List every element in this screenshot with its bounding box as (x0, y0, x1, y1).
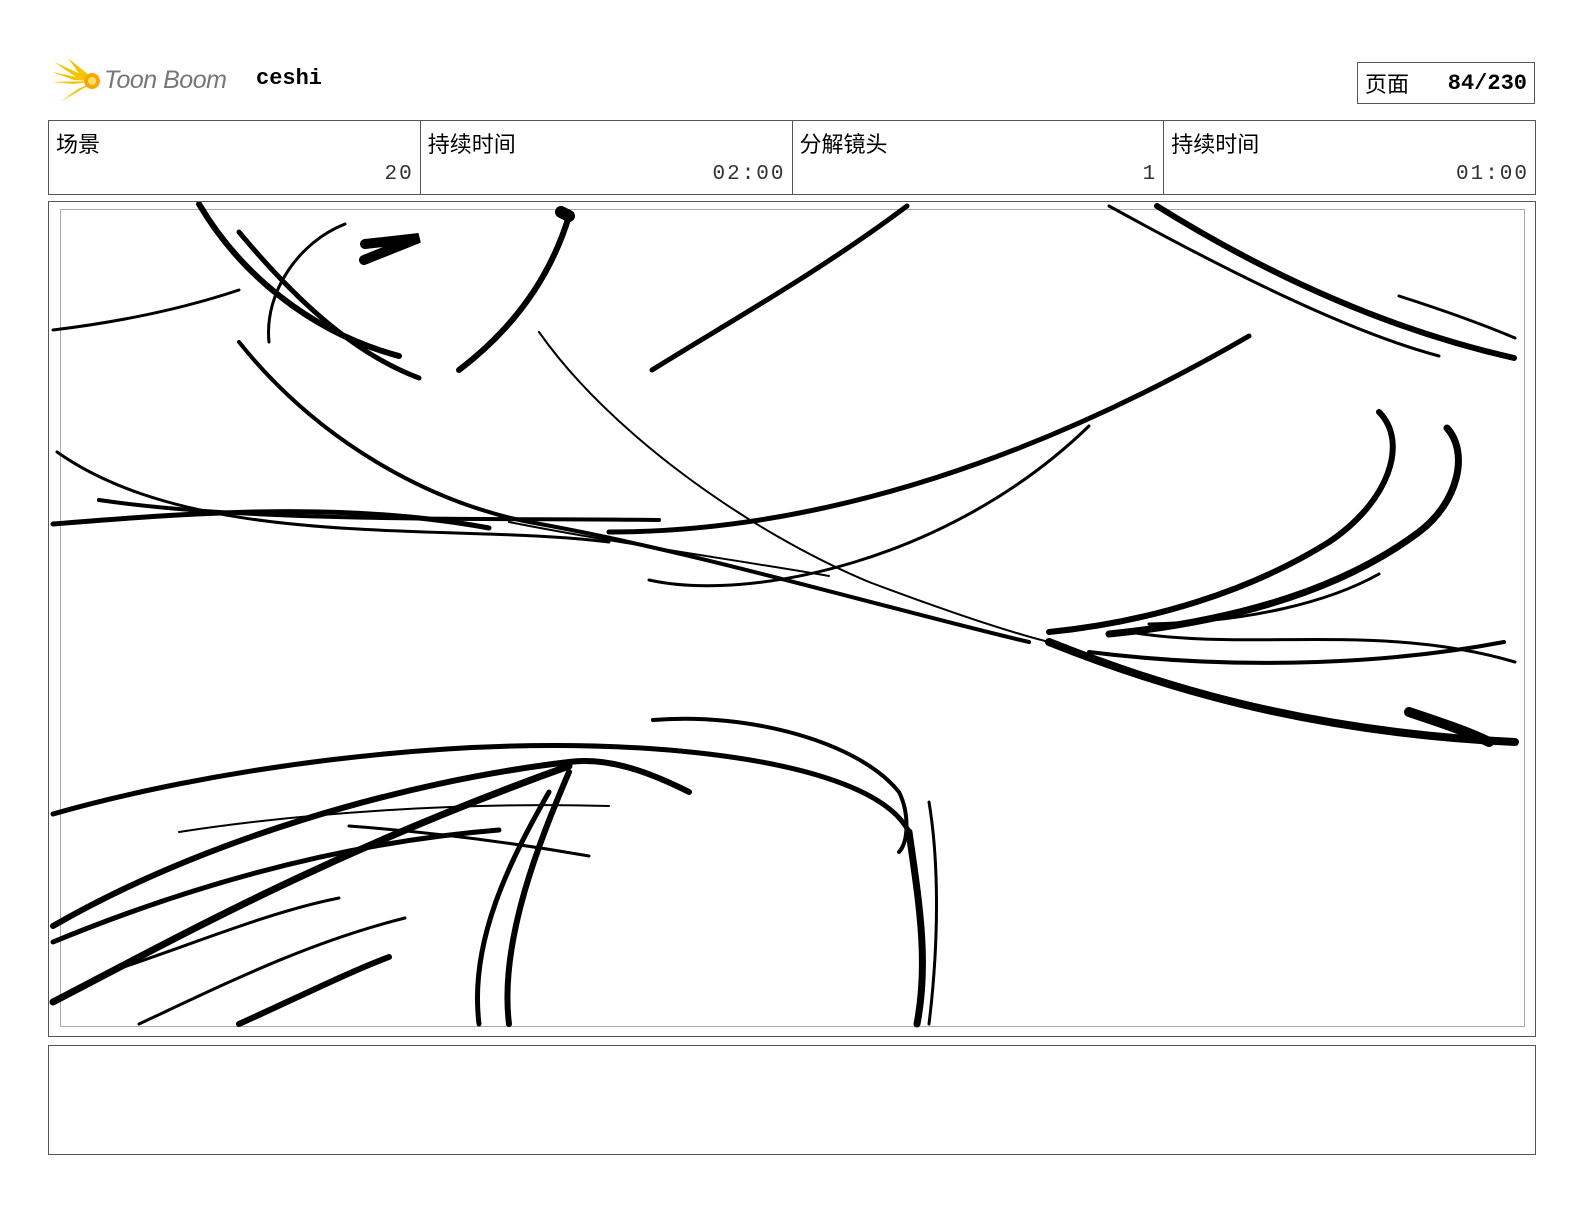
scene-label: 场景 (56, 133, 101, 158)
panel-duration-value: 01:00 (1455, 163, 1529, 186)
scene-cell: 场景 20 (49, 121, 421, 194)
scene-duration-value: 02:00 (712, 163, 786, 186)
info-row: 场景 20 持续时间 02:00 分解镜头 1 持续时间 01:00 (48, 120, 1536, 195)
storyboard-panel[interactable] (48, 201, 1536, 1037)
panel-duration-label: 持续时间 (1171, 133, 1260, 158)
panel-cell: 分解镜头 1 (793, 121, 1165, 194)
page-label: 页面 (1365, 73, 1410, 98)
scene-duration-cell: 持续时间 02:00 (421, 121, 793, 194)
starburst-icon (52, 58, 100, 102)
scene-duration-label: 持续时间 (427, 133, 516, 158)
toon-boom-logo: Toon Boom (52, 56, 242, 106)
sketch-drawing (49, 202, 1519, 1028)
notes-box[interactable] (48, 1045, 1536, 1155)
panel-duration-cell: 持续时间 01:00 (1164, 121, 1535, 194)
scene-value: 20 (384, 163, 414, 186)
project-title: ceshi (256, 66, 323, 91)
page-number: 84/230 (1447, 70, 1527, 96)
panel-label: 分解镜头 (799, 133, 888, 158)
panel-value: 1 (1142, 163, 1158, 186)
page-indicator: 页面 84/230 (1357, 62, 1535, 104)
logo-text: Toon Boom (104, 66, 227, 94)
